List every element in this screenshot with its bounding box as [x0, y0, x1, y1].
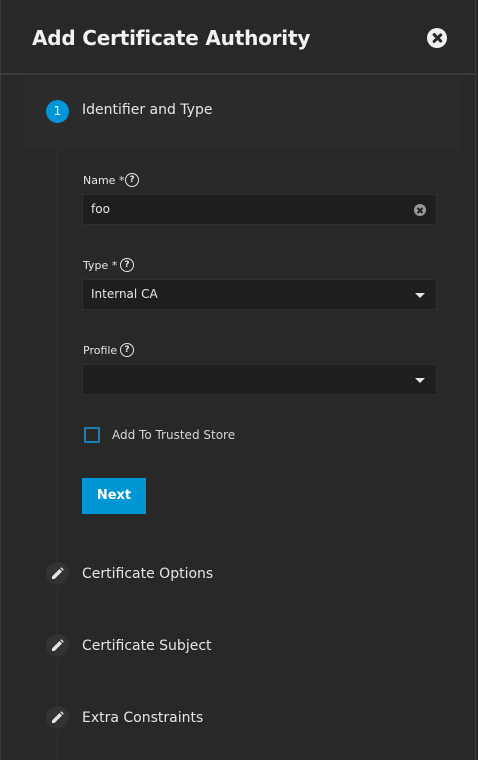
help-icon[interactable]: ? [125, 173, 139, 187]
step-number-badge: 1 [46, 100, 69, 123]
type-select-value: Internal CA [91, 287, 158, 301]
step-extra-constraints[interactable]: Extra Constraints [82, 710, 203, 726]
pencil-icon [46, 706, 69, 729]
next-button[interactable]: Next [82, 478, 146, 514]
clear-icon[interactable] [414, 204, 426, 216]
chevron-down-icon [415, 378, 425, 383]
dialog-title: Add Certificate Authority [32, 26, 311, 50]
name-input-value: foo [91, 202, 110, 216]
step-certificate-options[interactable]: Certificate Options [82, 566, 213, 582]
step-certificate-subject[interactable]: Certificate Subject [82, 638, 212, 654]
type-field-label: Type * [83, 259, 117, 272]
name-input[interactable]: foo [82, 194, 437, 225]
type-required-mark: * [111, 259, 118, 272]
profile-select[interactable] [82, 364, 437, 395]
trusted-store-label[interactable]: Add To Trusted Store [112, 428, 235, 442]
add-ca-dialog: Add Certificate Authority 1 Identifier a… [0, 0, 476, 760]
type-select[interactable]: Internal CA [82, 279, 437, 310]
help-icon[interactable]: ? [120, 343, 134, 357]
name-required-mark: * [118, 174, 125, 187]
help-icon[interactable]: ? [120, 258, 134, 272]
type-label-text: Type [83, 259, 109, 272]
trusted-store-checkbox[interactable] [84, 427, 100, 443]
dialog-header: Add Certificate Authority [1, 0, 475, 75]
close-icon[interactable] [427, 28, 447, 48]
pencil-icon [46, 634, 69, 657]
stepper-connector-line [57, 149, 58, 760]
step-identifier-label[interactable]: Identifier and Type [82, 102, 212, 118]
name-label-text: Name [83, 174, 116, 187]
name-field-label: Name * [83, 174, 124, 187]
profile-field-label: Profile [83, 344, 118, 357]
pencil-icon [46, 562, 69, 585]
chevron-down-icon [415, 293, 425, 298]
